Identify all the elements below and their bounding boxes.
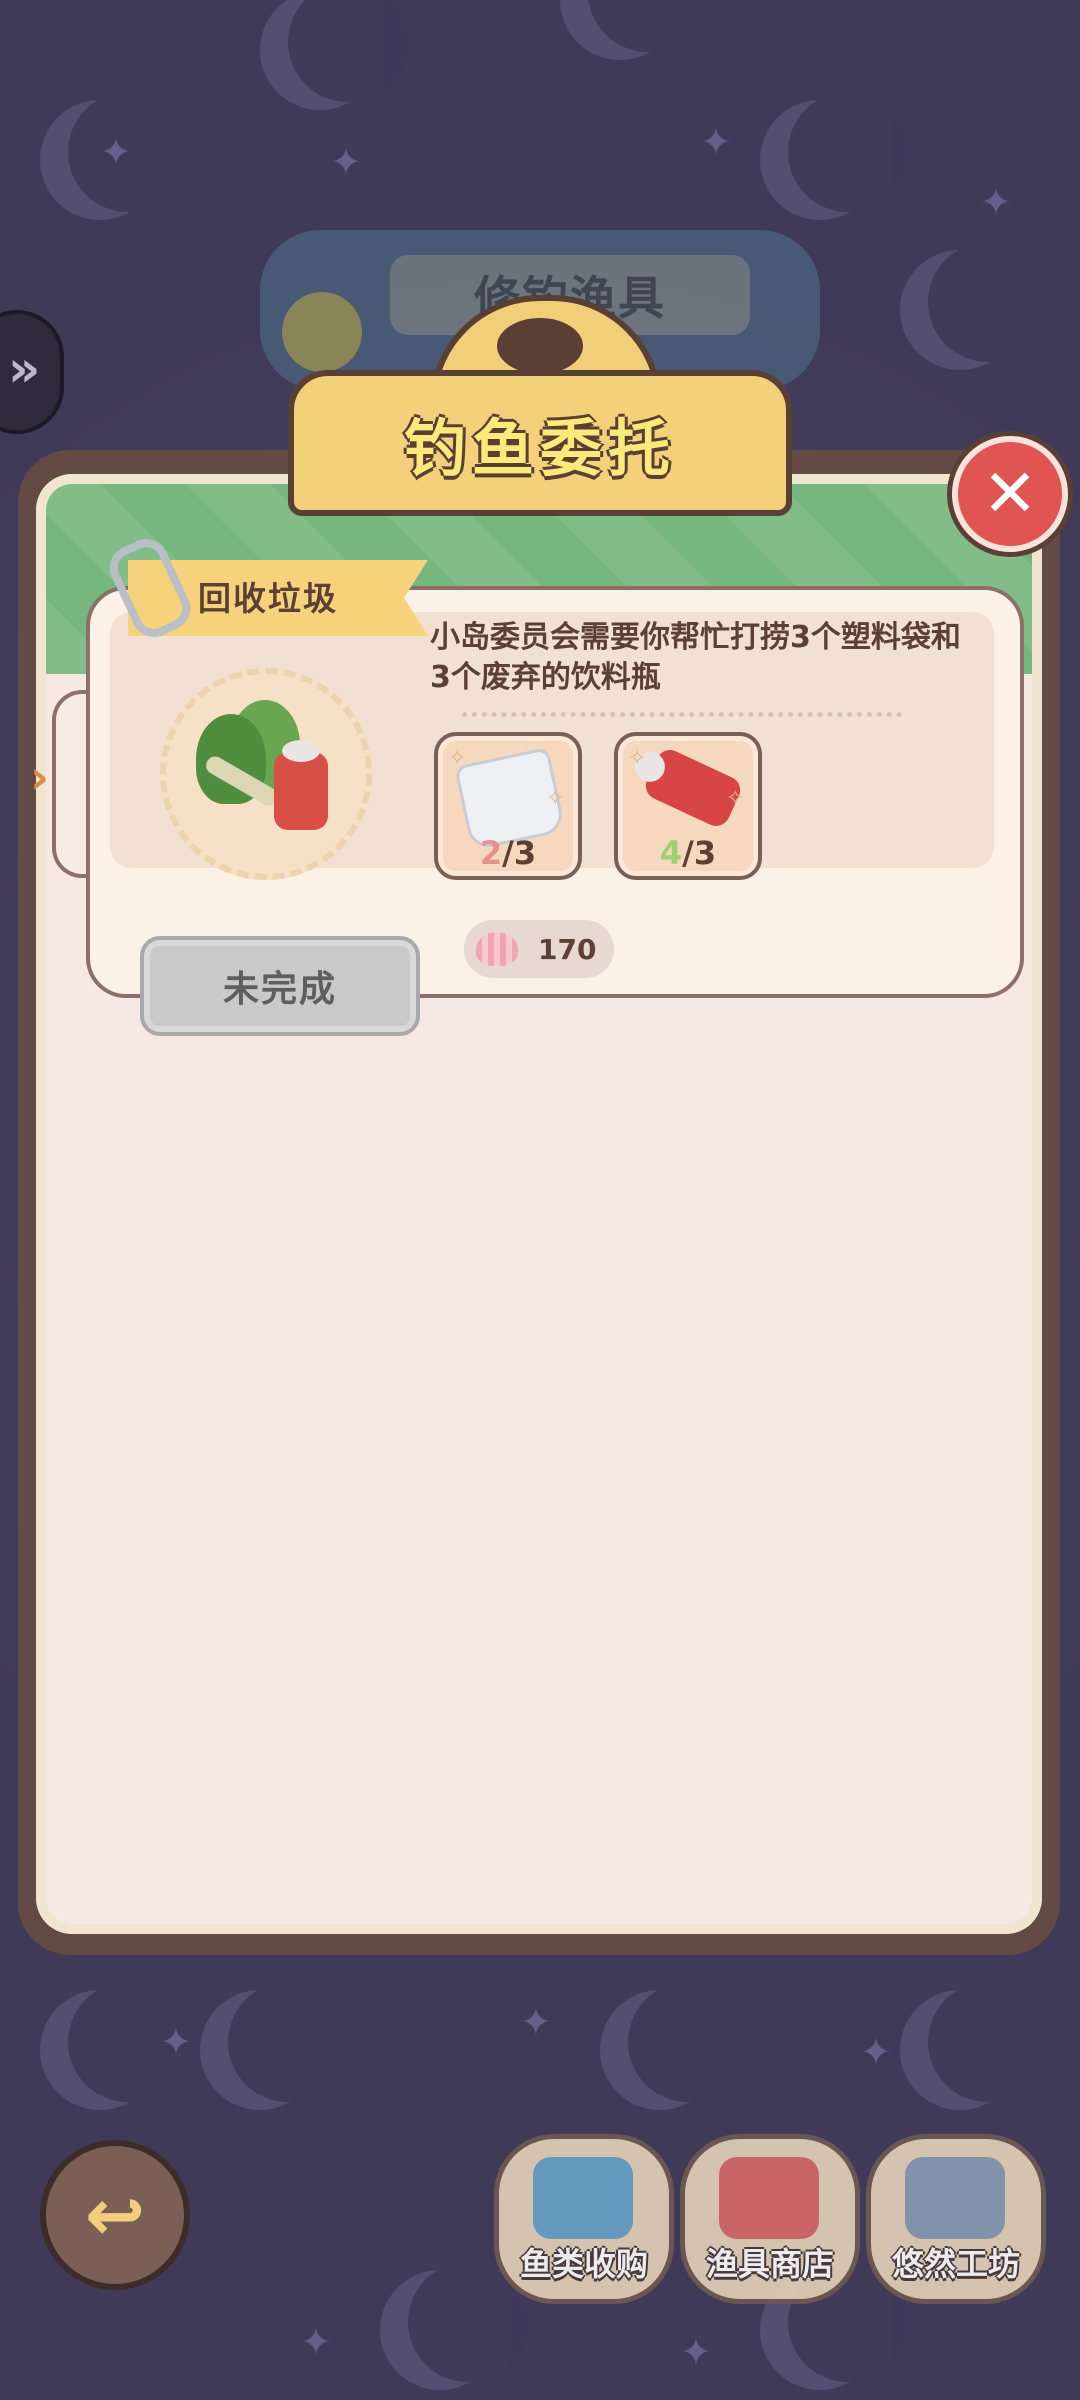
- double-chevron-right-icon: »: [8, 340, 41, 398]
- sparkle-icon: ✧: [628, 746, 647, 771]
- star-icon: ✦: [980, 180, 1012, 224]
- moon-icon: [900, 242, 1048, 370]
- nav-label: 鱼类收购: [519, 2245, 648, 2283]
- shop-awning-icon: [719, 2157, 819, 2239]
- fish-jar-icon: [533, 2157, 633, 2239]
- star-icon: ✦: [300, 2320, 332, 2364]
- moon-icon: [40, 1982, 188, 2110]
- moon-icon: [900, 1982, 1048, 2110]
- moon-icon: [200, 1982, 348, 2110]
- star-icon: ✦: [330, 140, 362, 184]
- item-count: 2/3: [479, 834, 537, 872]
- star-icon: ✦: [520, 2000, 552, 2044]
- sparkle-icon: ✧: [726, 786, 745, 811]
- moon-icon: [600, 1982, 748, 2110]
- title-plaque: 钓鱼委托: [288, 370, 792, 516]
- item-count: 4/3: [659, 834, 717, 872]
- side-expand-button[interactable]: »: [0, 310, 64, 434]
- dialog-title: 钓鱼委托: [403, 412, 676, 485]
- moon-icon: [760, 92, 908, 220]
- nav-tackle-shop[interactable]: 渔具商店: [680, 2134, 860, 2304]
- nav-fish-purchase[interactable]: 鱼类收购: [494, 2134, 674, 2304]
- chevron-right-icon: ›: [30, 750, 49, 804]
- star-icon: ✦: [860, 2030, 892, 2074]
- shell-currency-icon: [476, 932, 518, 966]
- quest-status-button[interactable]: 未完成: [140, 936, 420, 1036]
- reward-badge: 170: [464, 920, 614, 978]
- star-icon: ✦: [680, 2330, 712, 2374]
- sparkle-icon: ✧: [448, 746, 467, 771]
- duck-icon: [282, 292, 362, 372]
- back-button[interactable]: ↩: [40, 2140, 190, 2290]
- dotted-divider: [462, 712, 902, 717]
- nav-label: 悠然工坊: [891, 2245, 1020, 2283]
- moon-icon: [380, 2262, 528, 2390]
- nav-workshop[interactable]: 悠然工坊: [866, 2134, 1046, 2304]
- star-icon: ✦: [100, 130, 132, 174]
- can-icon: [274, 740, 328, 830]
- moon-icon: [560, 0, 708, 60]
- plaque-hanger-hole: [497, 318, 583, 374]
- close-x-icon: ✕: [982, 455, 1038, 532]
- quest-status-label: 未完成: [222, 969, 337, 1010]
- requirement-item-plastic-bag[interactable]: ✧ ✧ 2/3: [434, 732, 582, 880]
- star-icon: ✦: [700, 120, 732, 164]
- requirement-item-drink-bottle[interactable]: ✧ ✧ 4/3: [614, 732, 762, 880]
- star-icon: ✦: [160, 2020, 192, 2064]
- close-button[interactable]: ✕: [952, 436, 1068, 552]
- moon-icon: [260, 0, 408, 110]
- back-arrow-icon: ↩: [84, 2173, 146, 2257]
- hammer-icon: [905, 2157, 1005, 2239]
- reward-value: 170: [538, 932, 597, 966]
- nav-label: 渔具商店: [705, 2245, 834, 2283]
- quest-tag-label: 回收垃圾: [198, 579, 338, 618]
- quest-description: 小岛委员会需要你帮忙打捞3个塑料袋和3个废弃的饮料瓶: [430, 620, 961, 695]
- sparkle-icon: ✧: [546, 786, 565, 811]
